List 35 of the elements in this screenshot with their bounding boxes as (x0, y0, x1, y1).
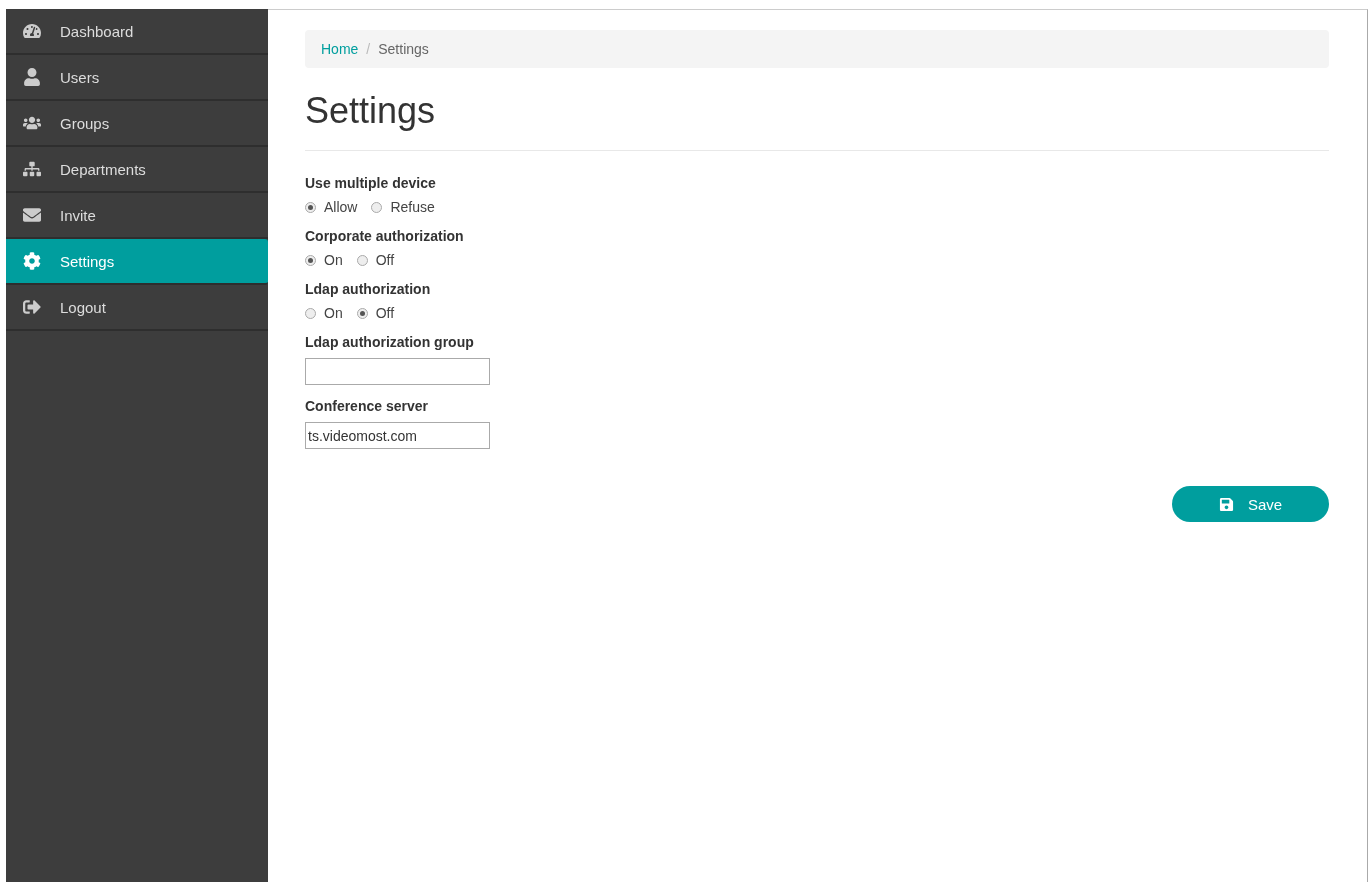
sidebar-item[interactable]: Logout (6, 285, 268, 331)
radio-button[interactable] (356, 307, 368, 319)
sidebar-item[interactable]: Departments (6, 147, 268, 193)
user-icon (23, 68, 41, 86)
radio-option[interactable]: On (305, 305, 343, 321)
sitemap-icon (23, 160, 41, 178)
sidebar-item[interactable]: Users (6, 55, 268, 101)
group-icon (23, 114, 41, 132)
text-field[interactable] (305, 358, 490, 385)
sidebar-item[interactable]: Dashboard (6, 9, 268, 55)
settings-icon (23, 252, 41, 270)
radio-option[interactable]: Allow (305, 199, 358, 215)
radio-option[interactable]: On (305, 252, 343, 268)
field-label: Ldap authorization group (305, 334, 475, 350)
page-title: Settings (305, 90, 1329, 151)
breadcrumb-current: Settings (378, 41, 429, 57)
radio-option[interactable]: Off (356, 305, 395, 321)
breadcrumb-separator: / (366, 41, 371, 57)
text-field[interactable]: ts.videomost.com (305, 422, 490, 449)
radio-button[interactable] (305, 307, 316, 319)
radio-option[interactable]: Refuse (371, 199, 435, 215)
field-label: Ldap authorization (305, 281, 432, 297)
radio-button[interactable] (371, 201, 383, 213)
radio-button[interactable] (305, 254, 316, 266)
gauge-icon (23, 22, 41, 40)
radio-button[interactable] (305, 201, 316, 213)
logout-icon (23, 298, 41, 316)
sidebar-item[interactable]: Groups (6, 101, 268, 147)
field-label: Corporate authorization (305, 228, 465, 244)
field-label: Conference server (305, 398, 429, 414)
radio-button[interactable] (356, 254, 368, 266)
radio-option[interactable]: Off (356, 252, 395, 268)
save-icon (1218, 496, 1234, 512)
field-label: Use multiple device (305, 175, 437, 191)
envelope-icon (23, 206, 41, 224)
